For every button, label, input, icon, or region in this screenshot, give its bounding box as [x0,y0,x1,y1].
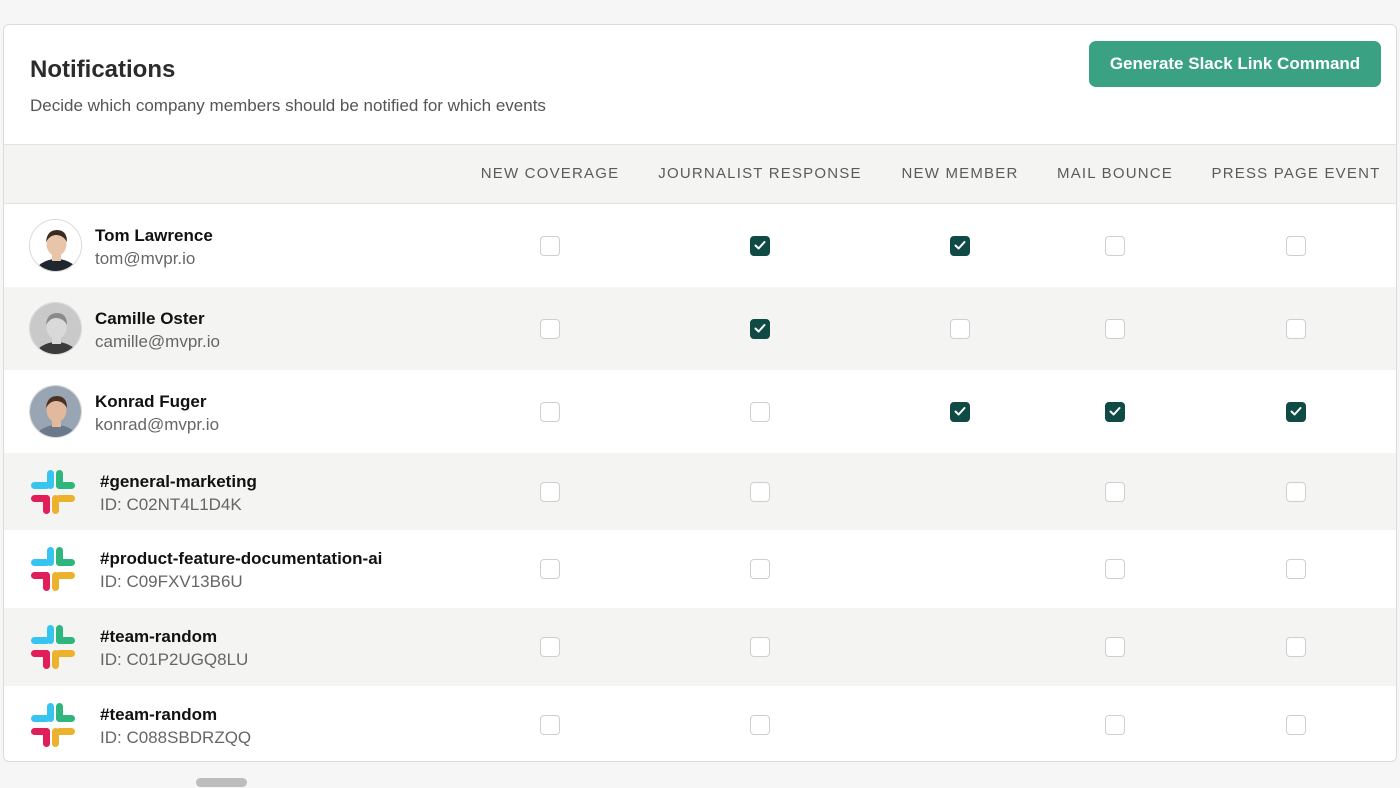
slack-logo-icon [29,468,77,516]
checkbox-journalist-response[interactable] [750,481,770,502]
checkbox-journalist-response[interactable] [750,637,770,657]
slack-channel-row: #general-marketing ID: C02NT4L1D4K [4,453,1396,530]
checkbox-new-coverage[interactable] [540,637,560,657]
table-header: NEW COVERAGE JOURNALIST RESPONSE NEW MEM… [4,145,1396,204]
table-body: Tom Lawrence tom@mvpr.io Camille Oster cami… [4,204,1396,761]
checkbox-press-page-event[interactable] [1286,318,1306,339]
avatar [29,301,82,355]
checkbox-mail-bounce[interactable] [1105,401,1125,422]
slack-channel-row: #team-random ID: C01P2UGQ8LU [4,608,1396,686]
avatar [29,218,82,272]
column-header-mail-bounce: MAIL BOUNCE [1057,165,1173,182]
member-row: Camille Oster camille@mvpr.io [4,287,1396,370]
checkbox-new-coverage[interactable] [540,401,560,422]
column-header-journalist-response: JOURNALIST RESPONSE [658,165,862,182]
slack-channel-row: #team-random ID: C088SBDRZQQ [4,686,1396,761]
checkbox-new-coverage[interactable] [540,235,560,256]
member-name: Tom Lawrence [95,225,213,245]
avatar [29,384,82,438]
checkbox-new-member[interactable] [950,318,970,339]
checkbox-new-coverage[interactable] [540,318,560,339]
checkbox-mail-bounce[interactable] [1105,481,1125,502]
member-name: Konrad Fuger [95,391,207,411]
checkbox-mail-bounce[interactable] [1105,637,1125,657]
slack-channel-row: #product-feature-documentation-ai ID: C09… [4,530,1396,608]
channel-id: ID: C02NT4L1D4K [100,494,242,514]
generate-slack-link-button[interactable]: Generate Slack Link Command [1089,41,1381,87]
checkbox-press-page-event[interactable] [1286,715,1306,735]
slack-logo-icon [29,545,77,593]
checkbox-mail-bounce[interactable] [1105,559,1125,579]
member-row: Tom Lawrence tom@mvpr.io [4,204,1396,287]
member-row: Konrad Fuger konrad@mvpr.io [4,370,1396,453]
member-name: Camille Oster [95,308,205,328]
member-email: konrad@mvpr.io [95,414,220,434]
checkbox-new-coverage[interactable] [540,559,560,579]
column-header-new-member: NEW MEMBER [901,165,1019,182]
checkbox-press-page-event[interactable] [1286,481,1306,502]
slack-logo-icon [29,623,77,671]
checkbox-mail-bounce[interactable] [1105,318,1125,339]
checkbox-press-page-event[interactable] [1286,559,1306,579]
channel-name: #product-feature-documentation-ai [100,549,383,568]
checkbox-new-coverage[interactable] [540,481,560,502]
checkbox-press-page-event[interactable] [1286,235,1306,256]
page-subtitle: Decide which company members should be n… [30,96,546,115]
channel-id: ID: C088SBDRZQQ [100,728,252,747]
column-header-press-page-event: PRESS PAGE EVENT [1211,165,1381,182]
column-header-new-coverage: NEW COVERAGE [480,165,620,182]
card-header: Notifications Decide which company membe… [4,25,1396,145]
checkbox-journalist-response[interactable] [750,318,770,339]
checkbox-journalist-response[interactable] [750,559,770,579]
channel-name: #team-random [100,705,218,724]
checkbox-journalist-response[interactable] [750,235,770,256]
scrollbar-handle[interactable] [196,778,247,787]
checkbox-new-coverage[interactable] [540,715,560,735]
slack-logo-icon [29,701,77,749]
checkbox-press-page-event[interactable] [1286,401,1306,422]
checkbox-new-member[interactable] [950,235,970,256]
checkbox-mail-bounce[interactable] [1105,235,1125,256]
member-email: camille@mvpr.io [95,331,220,351]
checkbox-mail-bounce[interactable] [1105,715,1125,735]
channel-name: #general-marketing [100,471,257,491]
checkbox-journalist-response[interactable] [750,401,770,422]
checkbox-journalist-response[interactable] [750,715,770,735]
channel-name: #team-random [100,627,218,646]
channel-id: ID: C01P2UGQ8LU [100,650,249,669]
page-title: Notifications [30,56,176,83]
channel-id: ID: C09FXV13B6U [100,572,243,591]
checkbox-new-member[interactable] [950,401,970,422]
member-email: tom@mvpr.io [95,248,196,268]
checkbox-press-page-event[interactable] [1286,637,1306,657]
notifications-card: Notifications Decide which company membe… [3,24,1397,762]
